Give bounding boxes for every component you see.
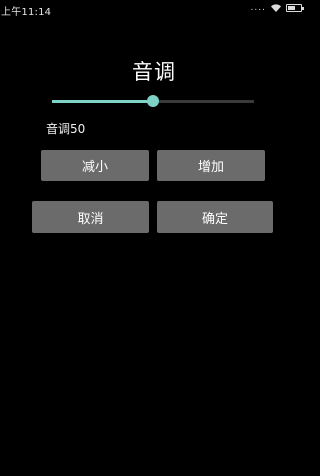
battery-level [288, 6, 296, 10]
confirm-button[interactable]: 确定 [157, 201, 273, 233]
dialog-title: 音调 [132, 60, 176, 84]
slider-thumb[interactable] [147, 95, 159, 107]
pitch-slider[interactable] [52, 94, 254, 108]
increase-button[interactable]: 增加 [157, 150, 265, 181]
decrease-button[interactable]: 减小 [41, 150, 149, 181]
status-icons: .... [250, 3, 304, 13]
slider-fill [52, 100, 153, 103]
signal-icon: .... [250, 3, 266, 13]
pitch-value-label: 音调50 [46, 122, 86, 136]
status-bar: 上午11:14 .... [0, 0, 308, 18]
cancel-button[interactable]: 取消 [32, 201, 149, 233]
wifi-icon [271, 4, 281, 12]
status-time: 上午11:14 [1, 7, 52, 18]
battery-icon [286, 4, 304, 12]
